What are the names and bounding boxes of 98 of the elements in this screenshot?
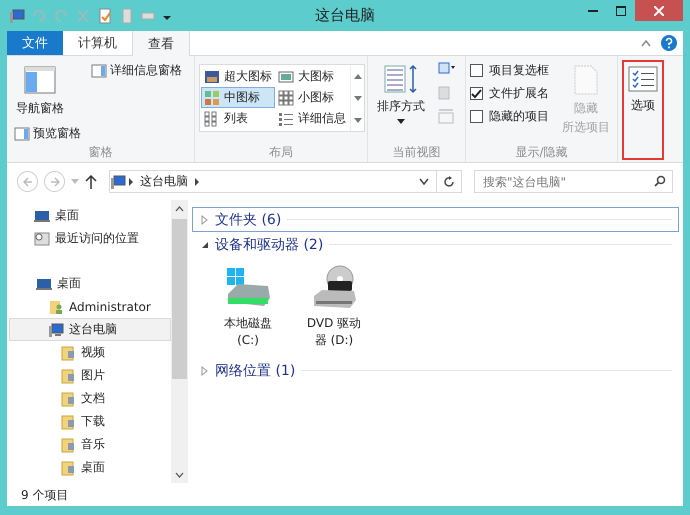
- pane-icon: [14, 126, 30, 142]
- nav-item[interactable]: 文档: [9, 387, 171, 410]
- sort-icon: [383, 64, 419, 94]
- file-tab[interactable]: 文件: [7, 31, 63, 55]
- chevron-right-icon: [192, 176, 202, 186]
- folder-icon: [60, 344, 76, 360]
- scroll-up-icon: [175, 206, 184, 212]
- group-label: 当前视图: [392, 144, 442, 160]
- image-icon: [278, 68, 294, 84]
- forward-arrow-icon: [50, 176, 60, 186]
- nav-item[interactable]: 音乐: [9, 433, 171, 456]
- collapsed-icon: [201, 214, 209, 224]
- scroll-down-icon: [354, 96, 362, 100]
- checklist-icon: [628, 65, 658, 93]
- expanded-icon: [201, 240, 209, 250]
- pane-icon: [91, 62, 107, 78]
- nav-item[interactable]: 下载: [9, 410, 171, 433]
- dropdown-icon: [71, 179, 79, 184]
- ribbon-tab[interactable]: 查看: [132, 31, 190, 56]
- chevron-right-icon: [126, 176, 136, 186]
- close-button[interactable]: [635, 0, 683, 21]
- nav-item[interactable]: Administrator: [9, 295, 171, 318]
- drive-item[interactable]: 本地磁盘 (C:): [210, 261, 286, 352]
- cut-icon: [75, 8, 91, 24]
- computer-icon: [48, 322, 64, 338]
- options-button[interactable]: 选项: [622, 60, 664, 160]
- checkbox[interactable]: [470, 87, 483, 100]
- pane-layout-icon: [24, 64, 56, 96]
- search-field[interactable]: 搜索"这台电脑": [474, 170, 673, 193]
- nav-item[interactable]: 视频: [9, 341, 171, 364]
- nav-item[interactable]: 最近访问的位置: [9, 227, 171, 250]
- computer-icon: [110, 174, 126, 190]
- minimize-icon: [588, 10, 598, 12]
- checkbox-option[interactable]: 项目复选框: [470, 60, 549, 81]
- nav-item[interactable]: 桌面: [9, 204, 171, 227]
- group-label: 显示/隐藏: [514, 144, 569, 160]
- close-icon: [654, 6, 664, 16]
- page-icon: [573, 64, 599, 96]
- nav-item[interactable]: 桌面: [9, 272, 171, 295]
- grid-icon: [278, 90, 294, 106]
- recent-places-icon: [34, 230, 50, 246]
- checkbox-label: 隐藏的项目: [489, 108, 549, 125]
- photo-icon: [204, 68, 220, 84]
- layout-option[interactable]: 大图标: [275, 66, 349, 87]
- navigation-pane-button[interactable]: 导航窗格: [11, 60, 69, 121]
- collapsed-icon: [201, 366, 209, 376]
- folder-icon: [60, 436, 76, 452]
- search-icon: [654, 175, 666, 187]
- layout-option[interactable]: 列表: [201, 108, 275, 129]
- address-bar[interactable]: 这台电脑: [109, 170, 462, 193]
- collapse-ribbon-icon: [641, 39, 651, 47]
- checkbox[interactable]: [470, 64, 483, 77]
- computer-icon: [9, 8, 25, 24]
- checkbox-option[interactable]: 文件扩展名: [470, 83, 549, 104]
- scrollbar-thumb[interactable]: [172, 219, 187, 379]
- nav-item[interactable]: 桌面: [9, 456, 171, 479]
- caret-icon: [397, 119, 405, 124]
- group-label: 布局: [268, 144, 294, 160]
- checkbox-label: 文件扩展名: [489, 85, 549, 102]
- item-count: 9 个项目: [21, 486, 68, 504]
- checkbox-label: 项目复选框: [489, 62, 549, 79]
- window-title: 这台电脑: [315, 6, 375, 25]
- breadcrumb[interactable]: 这台电脑: [136, 173, 192, 190]
- user-folder-icon: [48, 298, 64, 314]
- scroll-up-icon: [354, 74, 362, 78]
- layout-option[interactable]: 小图标: [275, 87, 349, 108]
- undo-icon: [31, 8, 47, 24]
- maximize-icon: [616, 6, 626, 16]
- checkbox[interactable]: [470, 110, 483, 123]
- layout-option[interactable]: 超大图标: [201, 66, 275, 87]
- drive-item[interactable]: DVD 驱动器 (D:): [296, 261, 372, 352]
- expand-gallery-icon: [354, 118, 362, 122]
- document-check-icon: [97, 8, 113, 24]
- layout-option[interactable]: 详细信息: [275, 108, 349, 129]
- preview-pane-button[interactable]: 预览窗格: [11, 123, 84, 144]
- nav-item[interactable]: 这台电脑: [9, 318, 171, 341]
- sort-by-button[interactable]: 排序方式: [372, 60, 430, 144]
- redo-icon: [53, 8, 69, 24]
- medium-icons-icon: [204, 90, 220, 106]
- checkbox-option[interactable]: 隐藏的项目: [470, 106, 549, 127]
- refresh-icon: [443, 176, 455, 188]
- up-arrow-icon: [85, 174, 97, 188]
- folder-icon: [60, 414, 76, 430]
- folder-icon: [60, 460, 76, 476]
- scroll-down-icon: [175, 472, 184, 478]
- help-icon: [661, 35, 677, 51]
- back-arrow-icon: [22, 176, 32, 186]
- folder-icon: [60, 390, 76, 406]
- group-header[interactable]: 设备和驱动器 (2): [192, 232, 679, 257]
- details-icon: [278, 110, 294, 126]
- chevron-down-icon: [418, 178, 428, 186]
- group-header[interactable]: 文件夹 (6): [192, 207, 679, 232]
- details-pane-button[interactable]: 详细信息窗格: [88, 60, 185, 81]
- group-header[interactable]: 网络位置 (1): [192, 358, 679, 383]
- layout-option[interactable]: 中图标: [201, 87, 275, 108]
- group-label: 窗格: [88, 144, 114, 160]
- folder-icon: [60, 368, 76, 384]
- nav-item[interactable]: 图片: [9, 364, 171, 387]
